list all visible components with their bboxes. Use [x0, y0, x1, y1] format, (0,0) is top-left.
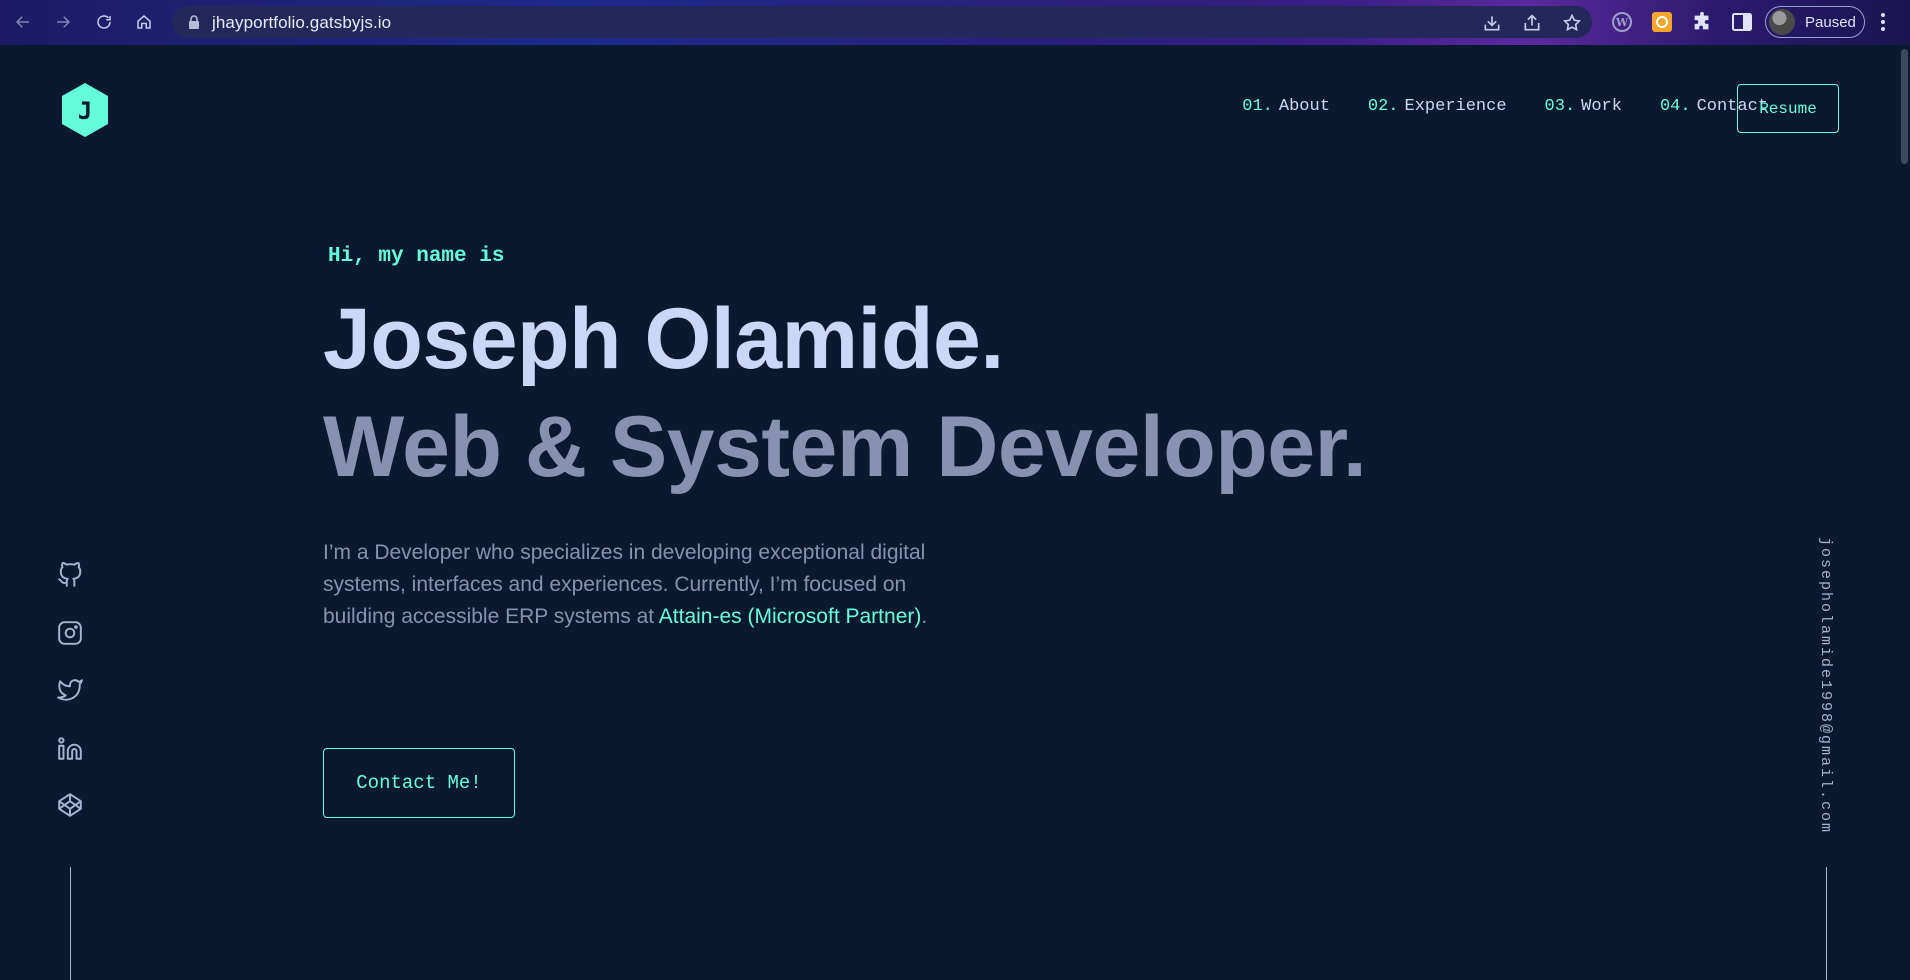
bookmark-star-icon[interactable]: [1562, 13, 1582, 33]
main-nav: 01. About 02. Experience 03. Work 04. Contac…: [1204, 97, 1768, 116]
linkedin-icon[interactable]: [57, 736, 83, 762]
color-picker-extension-icon[interactable]: [1651, 11, 1673, 33]
hero-name: Joseph Olamide.: [323, 291, 1004, 387]
svg-text:J: J: [78, 97, 92, 125]
wordpress-extension-icon[interactable]: W: [1611, 11, 1633, 33]
nav-link-experience[interactable]: 02. Experience: [1368, 97, 1507, 116]
github-icon[interactable]: [57, 562, 83, 588]
extensions-puzzle-icon[interactable]: [1691, 11, 1713, 33]
address-bar[interactable]: jhayportfolio.gatsbyjs.io: [172, 6, 1592, 38]
page-scrollbar[interactable]: [1898, 45, 1910, 980]
codepen-icon[interactable]: [57, 792, 83, 818]
hero-bio: I’m a Developer who specializes in devel…: [323, 541, 928, 628]
nav-link-about[interactable]: 01. About: [1242, 97, 1330, 116]
email-link[interactable]: josepholamide1998@gmail.com: [1814, 537, 1834, 837]
lock-icon: [189, 15, 199, 29]
scrollbar-thumb[interactable]: [1901, 49, 1908, 164]
share-icon[interactable]: [1522, 13, 1542, 33]
profile-button[interactable]: Paused: [1765, 6, 1865, 38]
instagram-icon[interactable]: [57, 620, 83, 646]
contact-me-button[interactable]: Contact Me!: [323, 748, 515, 818]
company-link[interactable]: Attain-es (Microsoft Partner): [659, 605, 922, 628]
reload-icon[interactable]: [89, 7, 119, 37]
svg-text:W: W: [1615, 16, 1629, 29]
portfolio-page: J 01. About 02. Experience 03. Work 04. Cont…: [0, 45, 1898, 980]
right-divider-line: [1826, 867, 1827, 980]
more-menu-icon[interactable]: [1880, 12, 1886, 32]
avatar: [1769, 9, 1795, 35]
hero-greeting: Hi, my name is: [328, 245, 505, 268]
home-icon[interactable]: [129, 7, 159, 37]
browser-toolbar: jhayportfolio.gatsbyjs.io W Paused: [0, 0, 1910, 45]
nav-link-work[interactable]: 03. Work: [1545, 97, 1622, 116]
logo-icon[interactable]: J: [60, 82, 110, 138]
url-text[interactable]: jhayportfolio.gatsbyjs.io: [212, 13, 391, 33]
twitter-icon[interactable]: [57, 677, 83, 703]
left-divider-line: [70, 867, 71, 980]
profile-status: Paused: [1805, 13, 1856, 31]
side-panel-icon[interactable]: [1731, 11, 1753, 33]
forward-icon[interactable]: [48, 7, 78, 37]
resume-button[interactable]: Resume: [1737, 84, 1839, 133]
back-icon[interactable]: [8, 7, 38, 37]
install-app-icon[interactable]: [1482, 13, 1502, 33]
hero-role: Web & System Developer.: [323, 399, 1367, 495]
